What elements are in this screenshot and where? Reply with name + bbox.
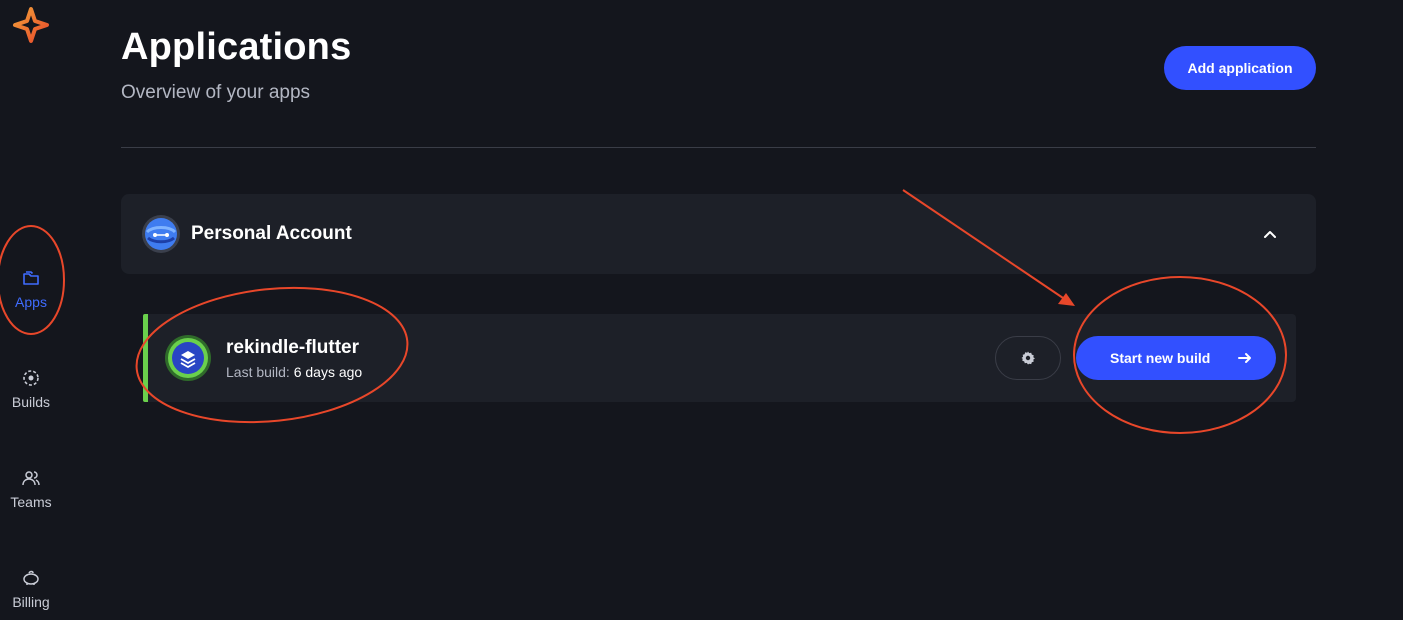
sidebar-item-apps[interactable]: Apps	[0, 268, 62, 310]
sidebar-item-builds[interactable]: Builds	[0, 368, 62, 410]
sidebar-item-label: Apps	[15, 294, 47, 310]
gear-icon	[1021, 351, 1035, 365]
app-name[interactable]: rekindle-flutter	[226, 337, 359, 359]
last-build-info: Last build: 6 days ago	[226, 364, 362, 380]
sidebar-item-label: Billing	[12, 594, 50, 610]
account-card: Personal Account	[121, 194, 1316, 274]
page-subtitle: Overview of your apps	[121, 82, 311, 103]
folder-icon	[23, 271, 39, 285]
sidebar-item-billing[interactable]: Billing	[0, 568, 62, 610]
users-icon	[22, 471, 40, 486]
builds-icon	[23, 370, 39, 386]
status-indicator	[143, 314, 148, 402]
sidebar-item-label: Teams	[10, 494, 52, 510]
app-settings-button[interactable]	[995, 336, 1061, 380]
add-application-button[interactable]: Add application	[1164, 46, 1316, 90]
annotation-arrowhead	[1058, 293, 1075, 306]
sidebar-item-label: Builds	[11, 394, 51, 410]
piggy-bank-icon	[23, 570, 39, 585]
arrow-right-icon	[1238, 353, 1251, 363]
page-title: Applications	[121, 26, 352, 68]
sidebar-item-teams[interactable]: Teams	[0, 468, 62, 510]
app-icon	[165, 335, 211, 381]
last-build-value: 6 days ago	[293, 364, 363, 380]
sidebar: Apps Builds Teams Billing	[0, 0, 62, 620]
app-row[interactable]: rekindle-flutter Last build: 6 days ago …	[143, 314, 1296, 402]
logo-icon[interactable]	[12, 6, 50, 44]
start-new-build-button[interactable]: Start new build	[1076, 336, 1276, 380]
account-avatar	[142, 215, 180, 253]
chevron-up-icon[interactable]	[1258, 222, 1282, 246]
last-build-label: Last build:	[226, 364, 290, 380]
account-name: Personal Account	[191, 223, 352, 244]
start-build-label: Start new build	[1110, 350, 1211, 366]
divider	[121, 147, 1316, 148]
